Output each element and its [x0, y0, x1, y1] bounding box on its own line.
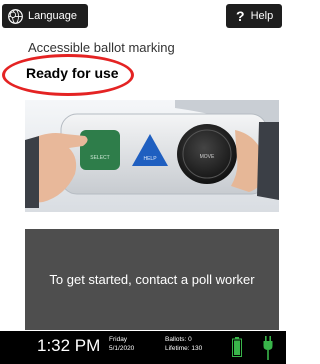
battery-full-icon: [232, 337, 242, 357]
move-dial-label: MOVE: [200, 154, 215, 160]
ballots-value: 0: [188, 336, 192, 343]
power-plug-icon: [263, 336, 273, 360]
lifetime-label: Lifetime:: [165, 345, 190, 352]
status-bar: 1:32 PM Friday 5/1/2020 Ballots: 0 Lifet…: [0, 331, 286, 364]
date-block: Friday 5/1/2020: [109, 335, 134, 353]
question-mark-icon: ?: [236, 8, 245, 24]
subtitle: Accessible ballot marking: [28, 40, 175, 55]
annotation-circle: [2, 54, 134, 96]
lifetime-value: 130: [191, 345, 203, 352]
select-button-label: SELECT: [90, 155, 109, 161]
device-photo: SELECT HELP MOVE: [25, 100, 279, 212]
globe-speech-icon: [8, 8, 23, 24]
day-label: Friday: [109, 336, 128, 343]
message-panel: To get started, contact a poll worker: [25, 229, 279, 330]
date-label: 5/1/2020: [109, 345, 135, 352]
select-button-image: [80, 130, 120, 170]
language-label: Language: [28, 10, 77, 22]
language-button[interactable]: Language: [2, 4, 88, 28]
ballot-counts: Ballots: 0 Lifetime: 130: [165, 335, 202, 353]
clock-time: 1:32 PM: [37, 336, 101, 355]
ballots-label: Ballots:: [165, 336, 187, 343]
top-bar: Language ? Help: [0, 0, 286, 34]
help-label: Help: [250, 10, 274, 22]
message-text: To get started, contact a poll worker: [49, 272, 255, 287]
help-button-label: HELP: [143, 156, 157, 162]
help-button[interactable]: ? Help: [226, 4, 282, 28]
